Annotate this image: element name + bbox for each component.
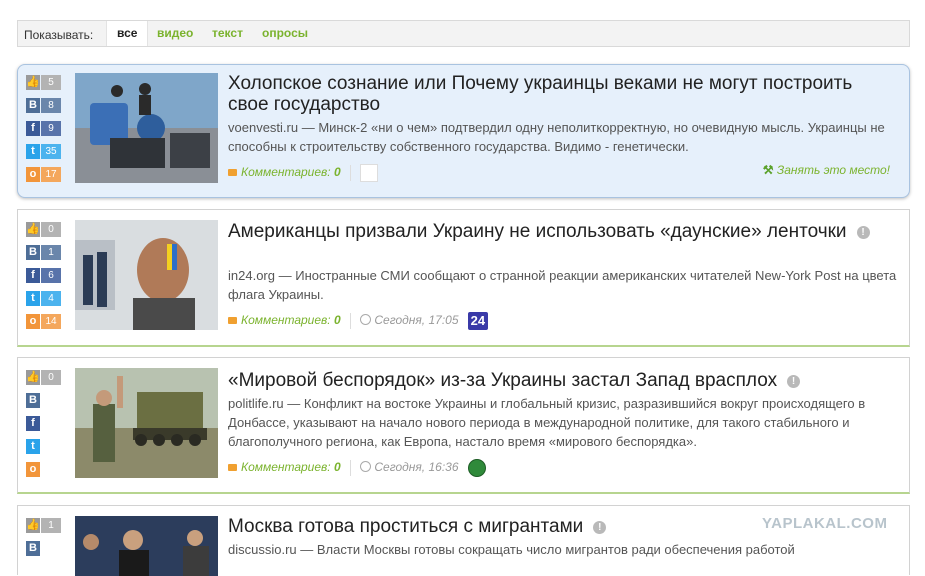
post-meta: Комментариев: 0 Сегодня, 17:05 24 bbox=[228, 311, 488, 330]
post-time: Сегодня, 17:05 bbox=[360, 313, 459, 327]
post-card: 👍 0 B f t o «Мировой беспорядок» из-за У… bbox=[17, 357, 910, 494]
thumbs-up-icon: 👍 bbox=[26, 518, 40, 533]
filter-label: Показывать: bbox=[24, 28, 94, 42]
tab-all[interactable]: все bbox=[106, 21, 149, 46]
gavel-icon: ⚒ bbox=[762, 163, 774, 177]
report-icon[interactable]: ! bbox=[856, 226, 870, 239]
site-watermark: YAPLAKAL.COM bbox=[762, 515, 888, 532]
comments-link[interactable]: Комментариев: 0 bbox=[241, 313, 341, 327]
take-place-link[interactable]: ⚒ Занять это место! bbox=[763, 163, 890, 177]
thumbs-up-icon: 👍 bbox=[26, 222, 40, 237]
tab-polls[interactable]: опросы bbox=[262, 21, 308, 46]
post-thumbnail[interactable] bbox=[75, 368, 218, 478]
post-thumbnail[interactable] bbox=[75, 516, 218, 576]
odnoklassniki-icon: o bbox=[26, 167, 40, 182]
post-meta: Комментариев: 0 Сегодня, 16:36 bbox=[228, 458, 486, 477]
post-text: — Минск-2 «ни о чем» подтвердил одну неп… bbox=[228, 120, 885, 154]
vk-share-button[interactable]: B 1 bbox=[26, 245, 61, 260]
comment-icon bbox=[228, 169, 237, 176]
vk-icon: B bbox=[26, 245, 40, 260]
comments-link[interactable]: Комментариев: 0 bbox=[241, 165, 341, 179]
post-thumbnail[interactable] bbox=[75, 220, 218, 330]
odnoklassniki-icon: o bbox=[26, 314, 40, 329]
facebook-count: 6 bbox=[41, 268, 61, 283]
twitter-icon: t bbox=[26, 291, 40, 306]
vk-share-button[interactable]: B bbox=[26, 541, 61, 556]
twitter-icon: t bbox=[26, 144, 40, 159]
like-button[interactable]: 👍 0 bbox=[26, 370, 61, 385]
vk-count: 8 bbox=[41, 98, 61, 113]
post-title[interactable]: «Мировой беспорядок» из-за Украины заста… bbox=[228, 370, 898, 391]
post-source[interactable]: voenvesti.ru bbox=[228, 120, 298, 135]
post-text: — Конфликт на востоке Украины и глобальн… bbox=[228, 396, 866, 449]
vk-icon: B bbox=[26, 393, 40, 408]
like-count: 0 bbox=[41, 370, 61, 385]
thumbs-up-icon: 👍 bbox=[26, 370, 40, 385]
post-title[interactable]: Американцы призвали Украину не использов… bbox=[228, 221, 898, 242]
twitter-count: 4 bbox=[41, 291, 61, 306]
like-count: 0 bbox=[41, 222, 61, 237]
odnoklassniki-share-button[interactable]: o 17 bbox=[26, 167, 61, 182]
post-description: in24.org — Иностранные СМИ сообщают о ст… bbox=[228, 266, 898, 304]
post-meta: Комментариев: 0 bbox=[228, 163, 379, 182]
facebook-share-button[interactable]: f 6 bbox=[26, 268, 61, 283]
avatar-icon bbox=[360, 163, 379, 182]
report-icon[interactable]: ! bbox=[787, 375, 801, 388]
vk-count: 1 bbox=[41, 245, 61, 260]
post-text: — Иностранные СМИ сообщают о странной ре… bbox=[228, 268, 897, 302]
vk-icon: B bbox=[26, 541, 40, 556]
tab-video[interactable]: видео bbox=[157, 21, 193, 46]
twitter-icon: t bbox=[26, 439, 40, 454]
like-count: 1 bbox=[41, 518, 61, 533]
facebook-icon: f bbox=[26, 416, 40, 431]
post-card: 👍 5 B 8 f 9 t 35 o 17 Холопское сознание… bbox=[17, 64, 910, 198]
facebook-count: 9 bbox=[41, 121, 61, 136]
clock-icon bbox=[360, 314, 372, 325]
post-title[interactable]: Холопское сознание или Почему украинцы в… bbox=[228, 73, 898, 115]
comment-icon bbox=[228, 317, 237, 324]
like-button[interactable]: 👍 1 bbox=[26, 518, 61, 533]
filter-bar: Показывать: все видео текст опросы bbox=[17, 20, 910, 47]
comments-link[interactable]: Комментариев: 0 bbox=[241, 460, 341, 474]
source-badge-24[interactable]: 24 bbox=[467, 311, 488, 330]
facebook-icon: f bbox=[26, 121, 40, 136]
post-description: voenvesti.ru — Минск-2 «ни о чем» подтве… bbox=[228, 118, 898, 156]
post-source[interactable]: politlife.ru bbox=[228, 396, 284, 411]
like-button[interactable]: 👍 0 bbox=[26, 222, 61, 237]
like-button[interactable]: 👍 5 bbox=[26, 75, 61, 90]
odnoklassniki-icon: o bbox=[26, 462, 40, 477]
twitter-share-button[interactable]: t 4 bbox=[26, 291, 61, 306]
post-time: Сегодня, 16:36 bbox=[360, 460, 459, 474]
post-description: politlife.ru — Конфликт на востоке Украи… bbox=[228, 394, 898, 451]
thumbs-up-icon: 👍 bbox=[26, 75, 40, 90]
post-card: 👍 0 B 1 f 6 t 4 o 14 Американцы призвали… bbox=[17, 209, 910, 347]
post-source[interactable]: in24.org bbox=[228, 268, 275, 283]
twitter-share-button[interactable]: t bbox=[26, 439, 61, 454]
post-description: discussio.ru — Власти Москвы готовы сокр… bbox=[228, 540, 898, 559]
odnoklassniki-count: 14 bbox=[41, 314, 61, 329]
post-thumbnail[interactable] bbox=[75, 73, 218, 183]
odnoklassniki-count: 17 bbox=[41, 167, 61, 182]
facebook-icon: f bbox=[26, 268, 40, 283]
like-count: 5 bbox=[41, 75, 61, 90]
vk-share-button[interactable]: B bbox=[26, 393, 61, 408]
facebook-share-button[interactable]: f 9 bbox=[26, 121, 61, 136]
vk-share-button[interactable]: B 8 bbox=[26, 98, 61, 113]
facebook-share-button[interactable]: f bbox=[26, 416, 61, 431]
twitter-share-button[interactable]: t 35 bbox=[26, 144, 61, 159]
report-icon[interactable]: ! bbox=[593, 521, 607, 534]
tab-text[interactable]: текст bbox=[212, 21, 243, 46]
comment-icon bbox=[228, 464, 237, 471]
clock-icon bbox=[360, 461, 372, 472]
odnoklassniki-share-button[interactable]: o 14 bbox=[26, 314, 61, 329]
globe-icon[interactable] bbox=[467, 458, 486, 477]
twitter-count: 35 bbox=[41, 144, 61, 159]
odnoklassniki-share-button[interactable]: o bbox=[26, 462, 61, 477]
vk-icon: B bbox=[26, 98, 40, 113]
